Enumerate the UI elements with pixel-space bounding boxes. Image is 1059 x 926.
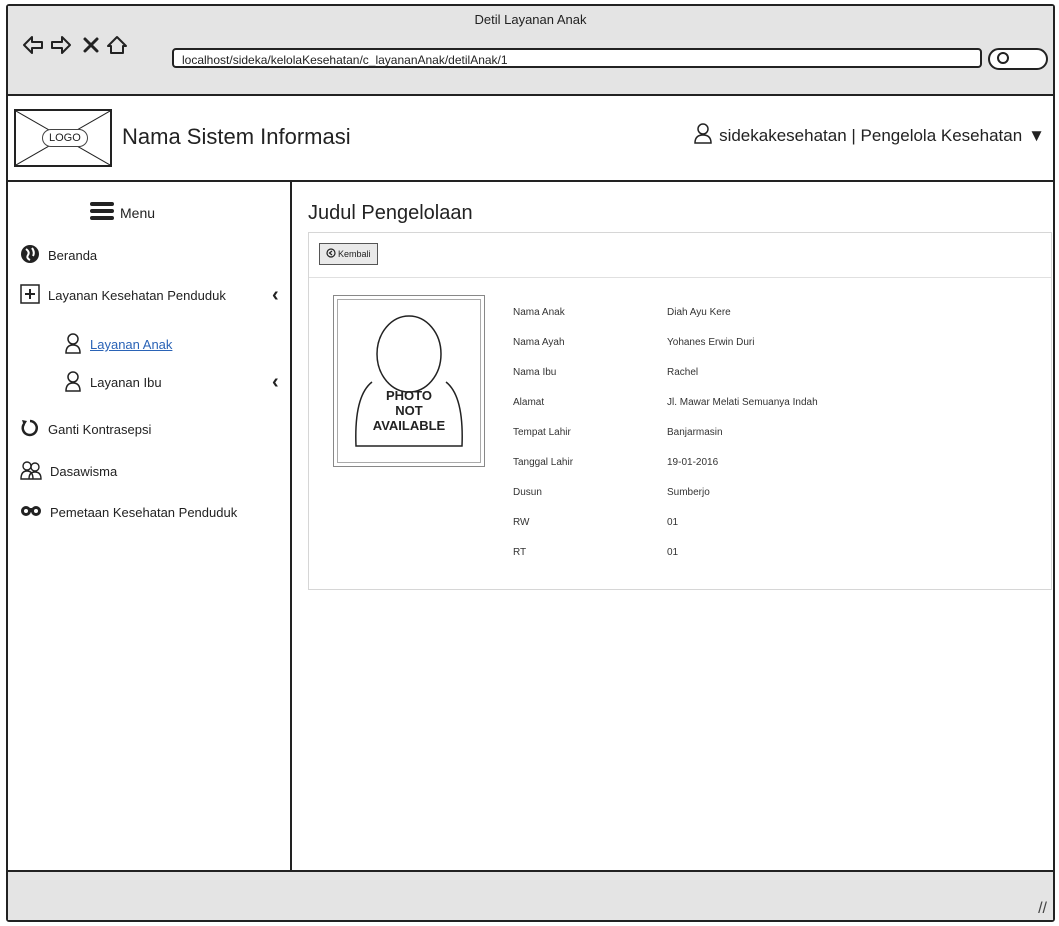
sidebar-item-layanan-ibu[interactable]: Layanan Ibu ‹ [64, 370, 279, 395]
caret-down-icon: ▼ [1028, 125, 1045, 145]
detail-label: RT [513, 547, 527, 558]
detail-panel: Kembali PHOTO NOT AVAILABLE Nama Anak Di… [308, 232, 1052, 590]
panel-toolbar: Kembali [309, 233, 1051, 278]
back-arrow-icon[interactable] [22, 34, 44, 56]
sidebar-item-label: Dasawisma [50, 464, 118, 479]
group-icon [20, 460, 42, 483]
detail-value: Banjarmasin [667, 427, 723, 438]
address-bar[interactable]: localhost/sideka/kelolaKesehatan/c_layan… [172, 48, 982, 68]
detail-value: 19-01-2016 [667, 457, 719, 468]
sidebar-item-layanan-anak[interactable]: Layanan Anak [64, 332, 172, 357]
search-icon [996, 51, 1012, 72]
app-name: Nama Sistem Informasi [122, 124, 351, 149]
menu-toggle[interactable]: Menu [90, 202, 155, 223]
sidebar-item-label: Ganti Kontrasepsi [48, 422, 152, 437]
detail-value: 01 [667, 547, 679, 558]
sidebar-item-label: Layanan Ibu [90, 375, 162, 390]
detail-label: Tanggal Lahir [513, 457, 574, 468]
user-menu[interactable]: sidekakesehatan | Pengelola Kesehatan ▼ [693, 122, 1045, 149]
detail-value: Diah Ayu Kere [667, 307, 731, 318]
detail-value: Rachel [667, 367, 699, 378]
logo: LOGO [14, 109, 112, 167]
browser-toolbar: Detil Layanan Anak localhost/sideka/kelo… [8, 6, 1053, 96]
sidebar-item-ganti-kontrasepsi[interactable]: Ganti Kontrasepsi [20, 418, 151, 441]
refresh-icon [20, 418, 40, 441]
sidebar-item-label: Pemetaan Kesehatan Penduduk [50, 505, 238, 520]
logo-label: LOGO [42, 129, 88, 147]
sidebar-item-pemetaan-kesehatan-penduduk[interactable]: Pemetaan Kesehatan Penduduk [20, 504, 237, 521]
user-icon [693, 122, 713, 149]
plus-box-icon [20, 284, 40, 307]
app-header: LOGO Nama Sistem Informasi sidekakesehat… [8, 96, 1053, 182]
photo-placeholder: PHOTO NOT AVAILABLE [333, 295, 485, 467]
back-circle-icon [326, 248, 336, 260]
home-icon[interactable] [106, 34, 128, 56]
chevron-left-icon[interactable]: ‹ [272, 371, 279, 394]
hamburger-icon [90, 202, 114, 223]
resize-handle-icon[interactable]: // [1038, 900, 1047, 918]
stop-icon[interactable] [80, 34, 102, 56]
globe-icon [20, 244, 40, 267]
detail-value: 01 [667, 517, 679, 528]
user-icon [64, 332, 82, 357]
detail-label: Nama Ibu [513, 367, 557, 378]
detail-label: Nama Anak [513, 307, 565, 318]
detail-label: Dusun [513, 487, 542, 498]
kembali-label: Kembali [338, 249, 371, 259]
detail-label: Alamat [513, 397, 545, 408]
detail-value: Sumberjo [667, 487, 710, 498]
binoculars-icon [20, 504, 42, 521]
user-label: sidekakesehatan | Pengelola Kesehatan [719, 125, 1023, 145]
window-title: Detil Layanan Anak [474, 12, 587, 27]
detail-label: Nama Ayah [513, 337, 565, 348]
sidebar-item-layanan-kesehatan-penduduk[interactable]: Layanan Kesehatan Penduduk ‹ [20, 284, 279, 307]
forward-arrow-icon[interactable] [50, 34, 72, 56]
detail-label: RW [513, 517, 530, 528]
sidebar-item-label: Layanan Anak [90, 337, 173, 352]
sidebar-item-label: Beranda [48, 248, 98, 263]
kembali-button[interactable]: Kembali [319, 243, 378, 265]
sidebar-item-label: Layanan Kesehatan Penduduk [48, 288, 226, 303]
detail-value: Jl. Mawar Melati Semuanya Indah [667, 397, 818, 408]
sidebar: Menu Beranda Layanan Kesehatan Penduduk … [8, 182, 292, 872]
menu-label: Menu [120, 204, 156, 221]
detail-value: Yohanes Erwin Duri [667, 337, 755, 348]
photo-not-available-text: PHOTO NOT AVAILABLE [372, 388, 446, 433]
user-icon [64, 370, 82, 395]
browser-window: Detil Layanan Anak localhost/sideka/kelo… [6, 4, 1055, 922]
sidebar-item-beranda[interactable]: Beranda [20, 244, 97, 267]
page-title: Judul Pengelolaan [308, 202, 473, 224]
detail-label: Tempat Lahir [513, 427, 571, 438]
status-bar: // [8, 870, 1053, 920]
browser-search-field[interactable] [988, 48, 1048, 70]
chevron-left-icon[interactable]: ‹ [272, 284, 279, 307]
sidebar-item-dasawisma[interactable]: Dasawisma [20, 460, 117, 483]
